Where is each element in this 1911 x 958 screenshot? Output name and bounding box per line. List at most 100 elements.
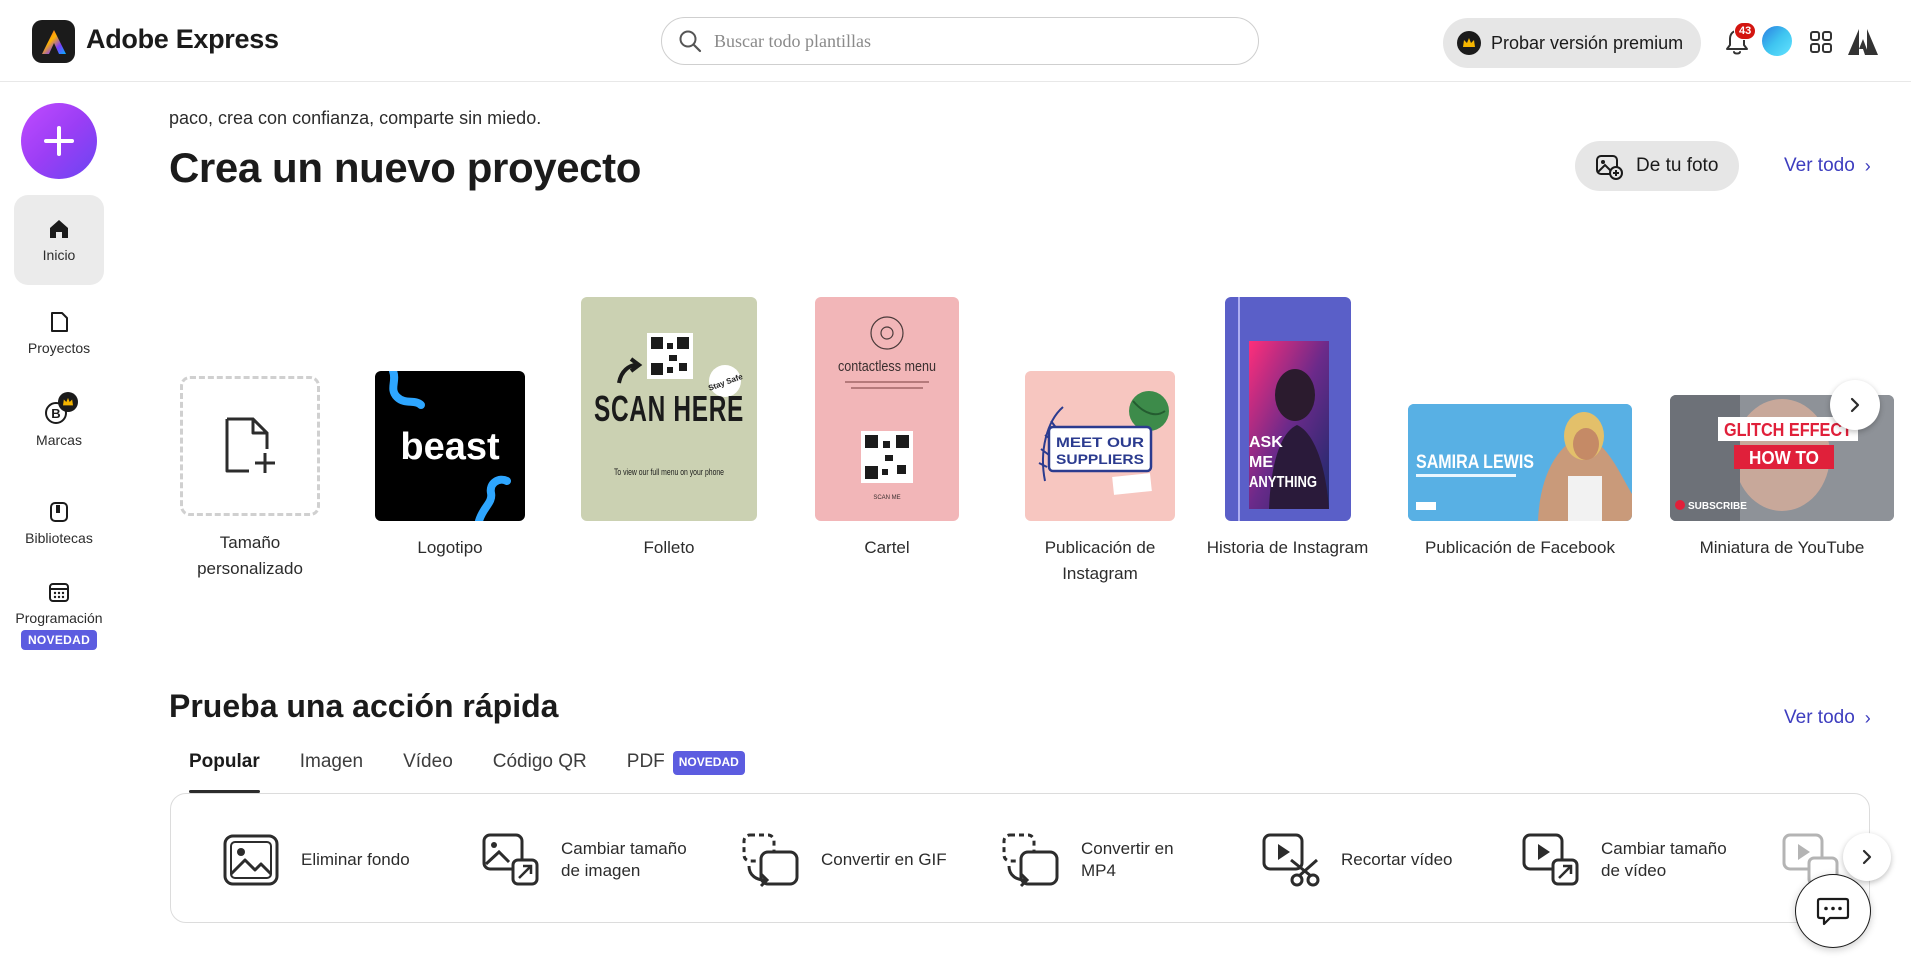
sidebar-item-label: Bibliotecas: [25, 530, 93, 546]
search-bar[interactable]: [661, 17, 1259, 65]
top-header: Adobe Express Probar versión premium 43: [0, 0, 1911, 82]
logo-thumb[interactable]: beast: [375, 371, 525, 521]
poster-art: contactless menu SCAN ME: [838, 316, 936, 501]
from-photo-label: De tu foto: [1636, 155, 1719, 176]
sidebar-item-label: Programación: [15, 610, 103, 626]
logo-art: beast: [389, 371, 511, 521]
card-label: Miniatura de YouTube: [1699, 538, 1865, 557]
action-resize-image[interactable]: Cambiar tamaño de imagen: [481, 832, 691, 888]
resize-image-icon: [482, 833, 539, 886]
calendar-icon: [49, 583, 69, 602]
svg-text:HOW TO: HOW TO: [1749, 448, 1819, 468]
instagram-post-headline: MEET OUR: [1056, 434, 1144, 450]
convert-mp4-icon: [1002, 833, 1059, 888]
flyer-art: Stay Safe SCAN HERE To view our full men…: [594, 333, 744, 478]
custom-size-thumb[interactable]: [180, 376, 320, 516]
logo-text: beast: [400, 426, 500, 468]
adobe-express-logo-icon[interactable]: [32, 20, 75, 63]
instagram-post-art: MEET OUR SUPPLIERS: [1038, 391, 1169, 495]
chevron-right-icon: ›: [1864, 707, 1871, 728]
action-resize-video[interactable]: Cambiar tamaño de vídeo: [1521, 832, 1731, 888]
template-card-logo[interactable]: beast Logotipo: [375, 371, 525, 561]
library-icon: [50, 502, 68, 522]
template-card-custom-size[interactable]: Tamaño personalizado: [179, 376, 321, 582]
svg-text:SUBSCRIBE: SUBSCRIBE: [1688, 501, 1747, 512]
avatar[interactable]: [1762, 26, 1792, 56]
view-all-label: Ver todo: [1784, 707, 1855, 728]
flyer-headline: SCAN HERE: [594, 388, 744, 429]
new-file-icon: [225, 417, 275, 473]
template-card-instagram-post[interactable]: MEET OUR SUPPLIERS Publicación de Instag…: [1012, 371, 1188, 587]
sidebar-item-label: Inicio: [42, 247, 76, 263]
poster-headline: contactless menu: [838, 358, 936, 375]
create-new-button[interactable]: [21, 103, 97, 179]
trim-video-icon: [1262, 833, 1320, 887]
quick-actions-panel: Eliminar fondo Cambiar tamaño de imagen …: [170, 793, 1870, 923]
action-convert-gif[interactable]: Convertir en GIF: [741, 832, 947, 888]
carousel-next-button[interactable]: [1830, 380, 1880, 430]
card-label: Cartel: [864, 538, 910, 557]
sidebar-item-bibliotecas[interactable]: Bibliotecas: [14, 500, 104, 546]
notification-badge: 43: [1734, 22, 1757, 40]
template-card-facebook-post[interactable]: SAMIRA LEWIS Publicación de Facebook: [1408, 404, 1632, 561]
card-label: Publicación de Facebook: [1425, 538, 1615, 557]
instagram-post-thumb[interactable]: MEET OUR SUPPLIERS: [1025, 371, 1175, 521]
sidebar-item-inicio[interactable]: Inicio: [14, 195, 104, 285]
action-remove-background[interactable]: Eliminar fondo: [221, 832, 410, 888]
tab-pdf[interactable]: PDF NOVEDAD: [607, 745, 765, 793]
card-label: Publicación de Instagram: [1044, 538, 1156, 583]
svg-text:ASK: ASK: [1249, 434, 1283, 451]
action-trim-video[interactable]: Recortar vídeo: [1261, 832, 1453, 888]
image-add-icon: [1596, 155, 1623, 180]
sidebar-item-label: Marcas: [36, 432, 82, 448]
template-card-poster[interactable]: contactless menu SCAN ME Cartel: [815, 297, 959, 561]
view-all-link-create[interactable]: Ver todo ›: [1784, 155, 1871, 177]
instagram-story-thumb[interactable]: ASK ME ANYTHING: [1224, 297, 1351, 521]
svg-text:GLITCH EFFECT: GLITCH EFFECT: [1724, 420, 1852, 440]
home-icon: [50, 220, 68, 238]
tab-imagen[interactable]: Imagen: [280, 745, 383, 793]
premium-crown-icon: [58, 392, 78, 412]
convert-gif-icon: [742, 833, 799, 888]
from-photo-button[interactable]: De tu foto: [1575, 141, 1739, 191]
card-label: Tamaño personalizado: [197, 533, 303, 578]
sidebar-item-programacion[interactable]: Programación NOVEDAD: [14, 580, 104, 650]
tab-codigo-qr[interactable]: Código QR: [473, 745, 607, 793]
template-card-instagram-story[interactable]: ASK ME ANYTHING Historia de Instagram: [1205, 297, 1370, 561]
chevron-right-icon: [1862, 849, 1872, 865]
greeting-text: paco, crea con confianza, comparte sin m…: [169, 108, 542, 128]
facebook-post-art: SAMIRA LEWIS: [1408, 404, 1632, 521]
sidebar-item-label: Proyectos: [27, 340, 91, 356]
svg-text:SAMIRA LEWIS: SAMIRA LEWIS: [1416, 452, 1534, 473]
chat-support-button[interactable]: [1795, 874, 1871, 948]
view-all-link-quick[interactable]: Ver todo ›: [1784, 707, 1871, 729]
flyer-thumb[interactable]: Stay Safe SCAN HERE To view our full men…: [581, 297, 757, 521]
instagram-story-art: ASK ME ANYTHING: [1237, 297, 1329, 521]
chat-icon: [1816, 897, 1850, 926]
svg-text:ME: ME: [1249, 454, 1273, 471]
template-card-flyer[interactable]: Stay Safe SCAN HERE To view our full men…: [581, 297, 757, 561]
search-icon: [679, 30, 702, 53]
card-label: Folleto: [643, 538, 695, 557]
chevron-right-icon: [1850, 397, 1860, 413]
apps-grid-icon[interactable]: [1809, 30, 1833, 54]
svg-text:SUPPLIERS: SUPPLIERS: [1056, 451, 1144, 467]
new-badge: NOVEDAD: [20, 630, 98, 650]
tab-video[interactable]: Vídeo: [383, 745, 473, 793]
brand-title[interactable]: Adobe Express: [86, 24, 279, 55]
action-convert-mp4[interactable]: Convertir en MP4: [1001, 832, 1191, 888]
quick-actions-title: Prueba una acción rápida: [169, 688, 559, 724]
svg-text:ANYTHING: ANYTHING: [1249, 474, 1317, 491]
chevron-right-icon: ›: [1864, 155, 1871, 176]
adobe-logo-icon[interactable]: [1848, 29, 1878, 55]
view-all-label: Ver todo: [1784, 155, 1855, 176]
facebook-post-thumb[interactable]: SAMIRA LEWIS: [1408, 404, 1632, 521]
remove-background-icon: [223, 834, 279, 886]
sidebar-item-proyectos[interactable]: Proyectos: [14, 310, 104, 356]
tab-popular[interactable]: Popular: [169, 745, 280, 793]
search-input[interactable]: [714, 30, 1234, 52]
quick-actions-next-button[interactable]: [1843, 833, 1891, 881]
try-premium-button[interactable]: Probar versión premium: [1443, 18, 1701, 68]
poster-thumb[interactable]: contactless menu SCAN ME: [815, 297, 959, 521]
sidebar-item-marcas[interactable]: B Marcas: [14, 392, 104, 448]
